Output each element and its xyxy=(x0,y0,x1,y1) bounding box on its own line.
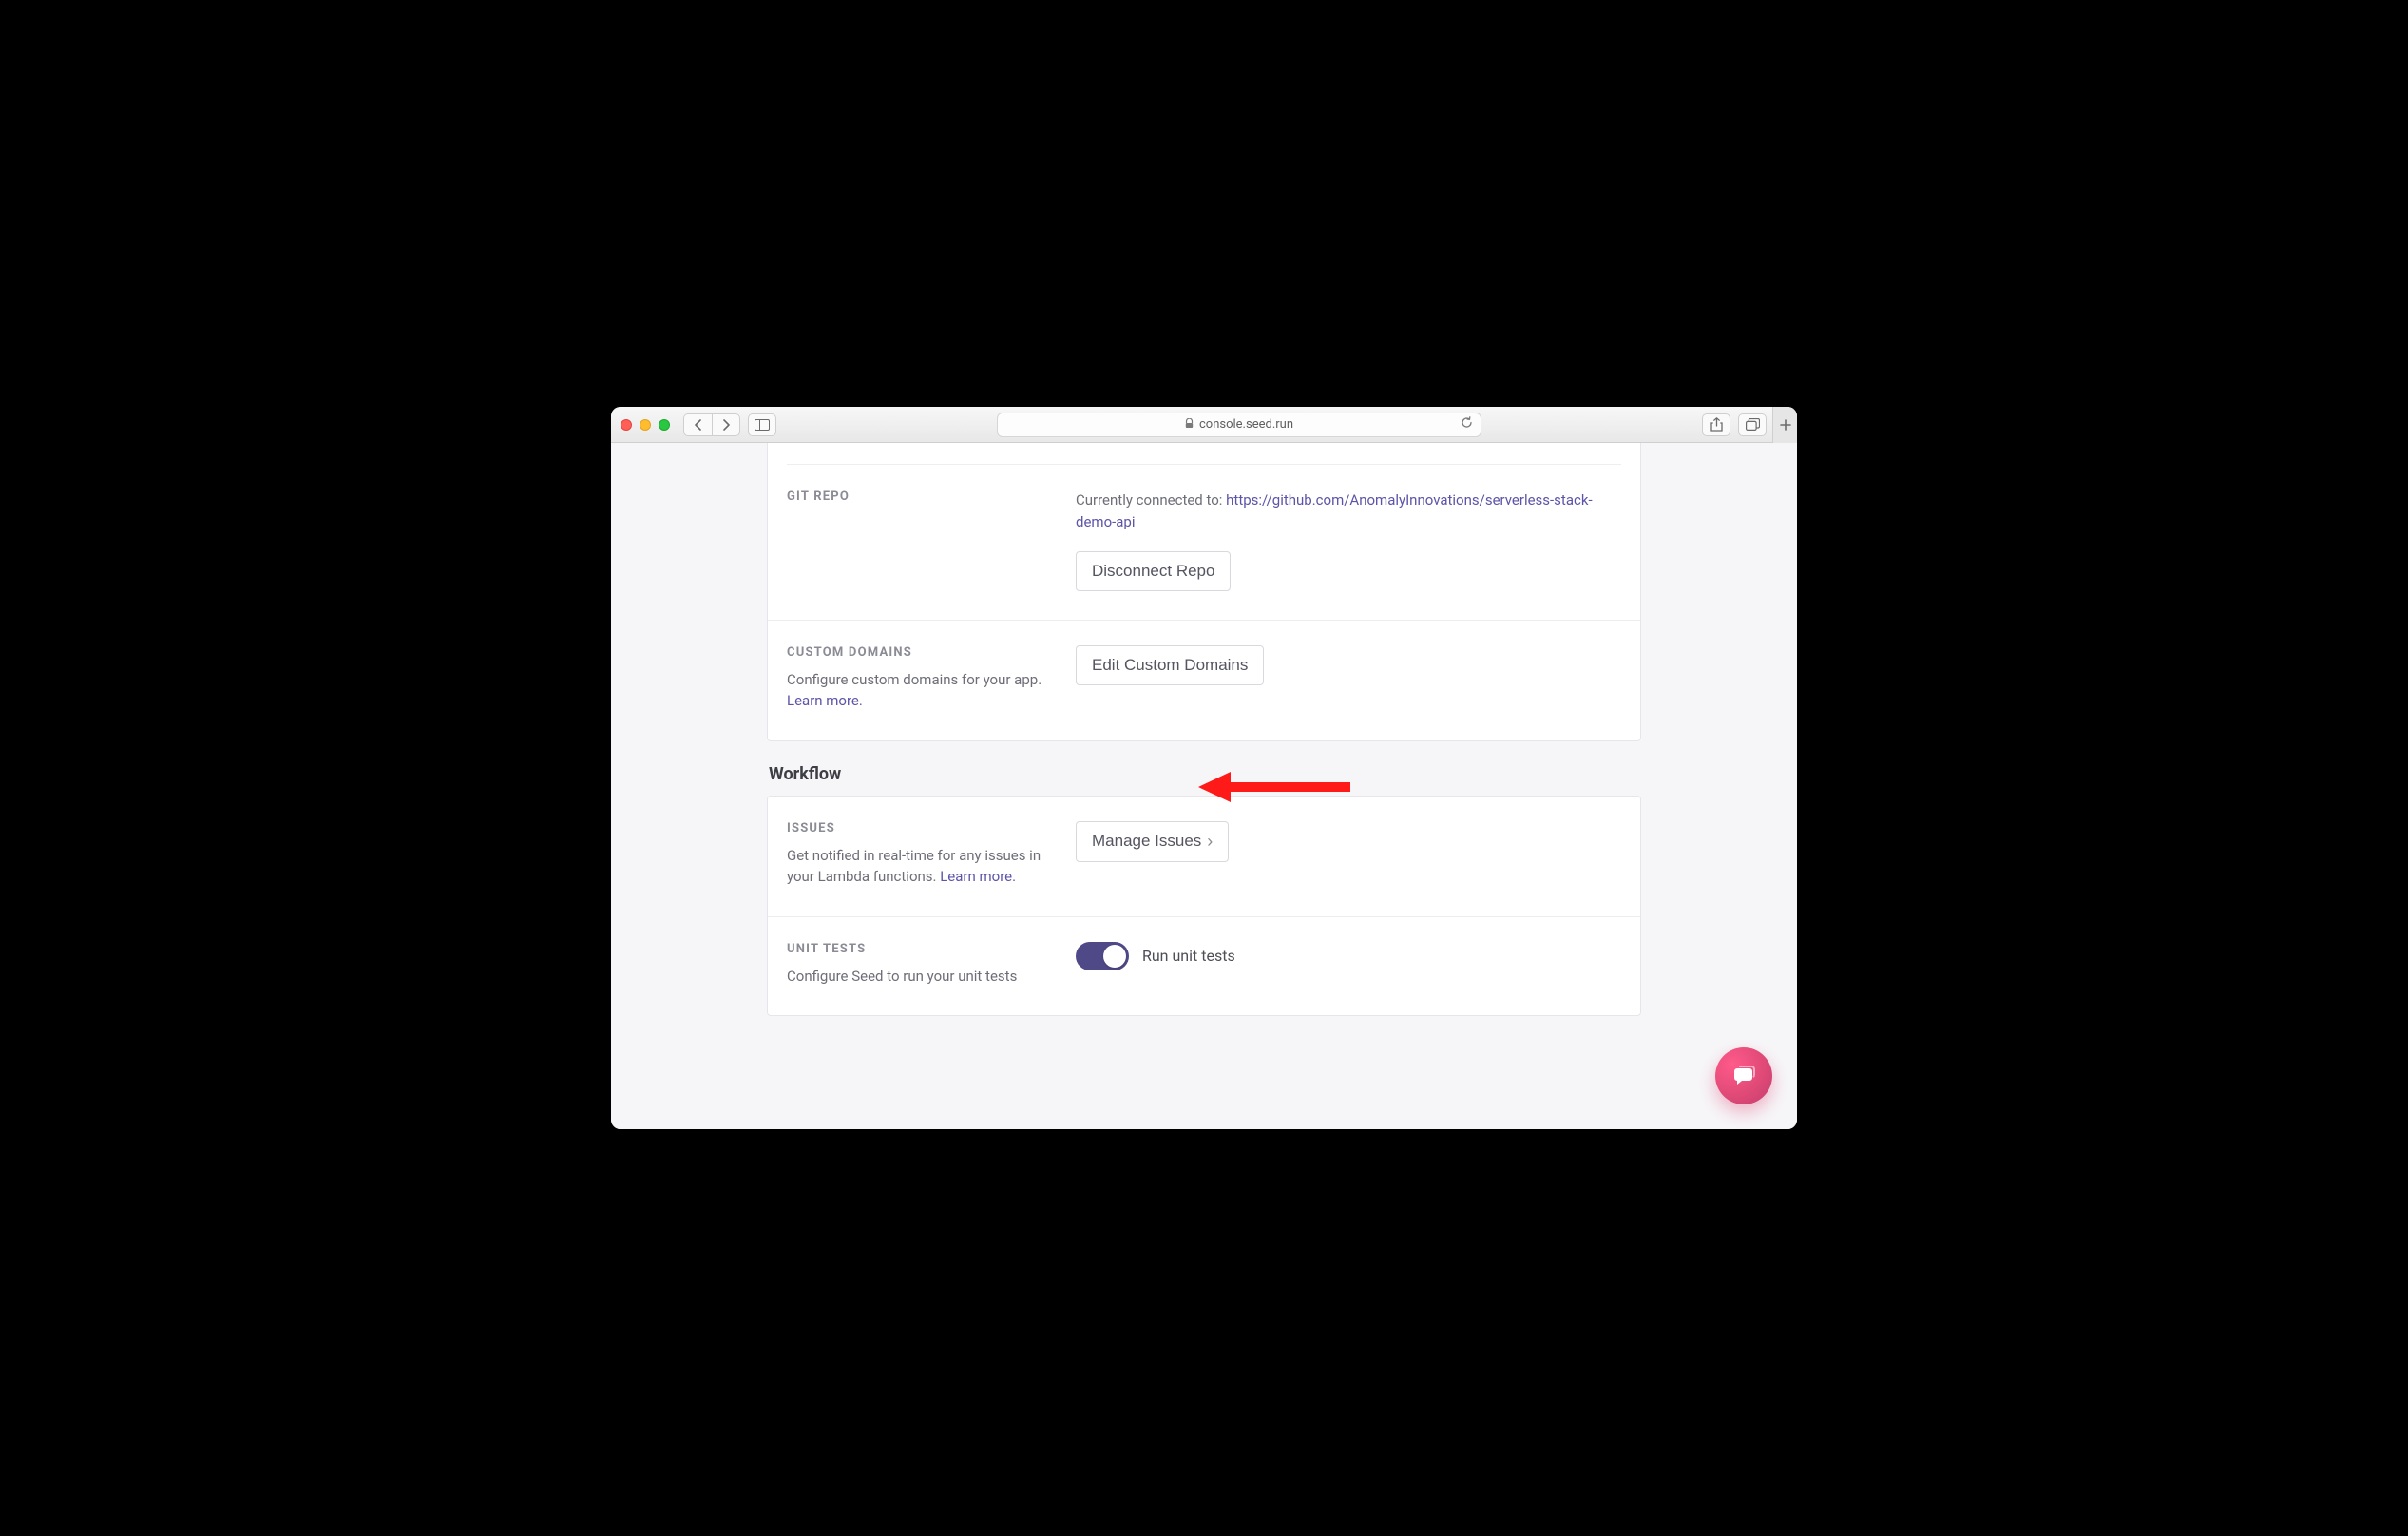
git-repo-connected-text: Currently connected to: https://github.c… xyxy=(1076,490,1621,534)
address-bar-text: console.seed.run xyxy=(1199,417,1293,432)
share-icon xyxy=(1710,417,1723,432)
chevron-right-icon xyxy=(721,419,731,431)
new-tab-button[interactable] xyxy=(1772,407,1797,443)
custom-domains-learn-more-link[interactable]: Learn more. xyxy=(787,692,863,709)
chat-fab[interactable] xyxy=(1715,1047,1772,1104)
tabs-button[interactable] xyxy=(1738,413,1767,436)
custom-domains-desc: Configure custom domains for your app. L… xyxy=(787,669,1053,712)
browser-toolbar: console.seed.run xyxy=(611,407,1797,443)
toggle-knob xyxy=(1103,945,1126,968)
back-button[interactable] xyxy=(683,413,712,436)
page-content: GIT REPO Currently connected to: https:/… xyxy=(611,443,1797,1129)
window-close-icon[interactable] xyxy=(621,419,632,431)
plus-icon xyxy=(1780,419,1791,431)
issues-learn-more-link[interactable]: Learn more. xyxy=(940,868,1016,885)
settings-card: GIT REPO Currently connected to: https:/… xyxy=(767,443,1641,741)
git-repo-section: GIT REPO Currently connected to: https:/… xyxy=(768,465,1640,620)
disconnect-repo-label: Disconnect Repo xyxy=(1092,562,1214,581)
disconnect-repo-button[interactable]: Disconnect Repo xyxy=(1076,551,1231,591)
manage-issues-label: Manage Issues xyxy=(1092,832,1201,851)
window-zoom-icon[interactable] xyxy=(659,419,670,431)
unit-tests-toggle[interactable] xyxy=(1076,942,1129,970)
sidebar-toggle-button[interactable] xyxy=(748,413,776,436)
lock-icon xyxy=(1185,418,1194,432)
safari-window: console.seed.run xyxy=(611,407,1797,1129)
tabs-icon xyxy=(1746,418,1760,431)
issues-title: ISSUES xyxy=(787,821,1053,835)
manage-issues-button[interactable]: Manage Issues xyxy=(1076,821,1229,862)
reload-icon xyxy=(1461,416,1473,429)
nav-back-forward xyxy=(683,413,740,436)
unit-tests-title: UNIT TESTS xyxy=(787,942,1053,956)
issues-section: ISSUES Get notified in real-time for any… xyxy=(768,797,1640,916)
chat-icon xyxy=(1730,1063,1757,1089)
forward-button[interactable] xyxy=(712,413,740,436)
workflow-heading: Workflow xyxy=(769,764,1639,784)
custom-domains-title: CUSTOM DOMAINS xyxy=(787,645,1053,660)
chevron-left-icon xyxy=(694,419,703,431)
window-minimize-icon[interactable] xyxy=(640,419,651,431)
unit-tests-section: UNIT TESTS Configure Seed to run your un… xyxy=(768,916,1640,1016)
custom-domains-section: CUSTOM DOMAINS Configure custom domains … xyxy=(768,620,1640,740)
share-button[interactable] xyxy=(1702,413,1730,436)
reload-button[interactable] xyxy=(1461,416,1473,432)
edit-custom-domains-label: Edit Custom Domains xyxy=(1092,656,1248,675)
git-repo-title: GIT REPO xyxy=(787,490,1053,504)
unit-tests-toggle-label: Run unit tests xyxy=(1142,947,1235,965)
workflow-card: ISSUES Get notified in real-time for any… xyxy=(767,796,1641,1017)
window-controls xyxy=(621,419,670,431)
issues-desc: Get notified in real-time for any issues… xyxy=(787,845,1053,888)
edit-custom-domains-button[interactable]: Edit Custom Domains xyxy=(1076,645,1264,685)
git-repo-connected-prefix: Currently connected to: xyxy=(1076,491,1226,509)
sidebar-icon xyxy=(755,419,770,431)
unit-tests-desc: Configure Seed to run your unit tests xyxy=(787,966,1053,988)
address-bar[interactable]: console.seed.run xyxy=(997,413,1481,437)
